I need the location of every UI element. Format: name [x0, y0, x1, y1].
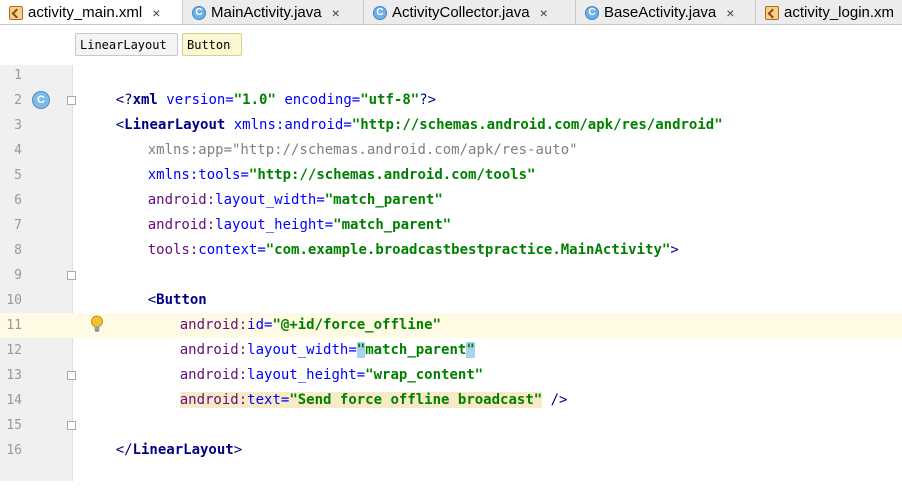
tab-activity-main-xml[interactable]: activity_main.xml ×: [0, 0, 183, 24]
line-number: 5: [14, 168, 22, 183]
tab-base-activity-java[interactable]: C BaseActivity.java ×: [576, 0, 756, 24]
line-number: 8: [14, 243, 22, 258]
code-editor[interactable]: <?xml version="1.0" encoding="utf-8"?> <…: [73, 65, 902, 481]
line-number: 1: [14, 68, 22, 83]
breadcrumb-button[interactable]: Button: [182, 33, 242, 56]
line-number: 12: [6, 343, 22, 358]
tab-activity-collector-java[interactable]: C ActivityCollector.java ×: [364, 0, 576, 24]
line-number: 16: [6, 443, 22, 458]
tab-label: ActivityCollector.java: [392, 4, 530, 21]
tab-main-activity-java[interactable]: C MainActivity.java ×: [183, 0, 364, 24]
line-number: 7: [14, 218, 22, 233]
tab-label: BaseActivity.java: [604, 4, 717, 21]
class-reference-icon[interactable]: C: [32, 91, 50, 109]
close-icon[interactable]: ×: [540, 5, 548, 21]
line-number: 11: [6, 318, 22, 333]
line-number: 9: [14, 268, 22, 283]
line-number: 2: [14, 93, 22, 108]
line-number: 14: [6, 393, 22, 408]
tab-activity-login-xml[interactable]: activity_login.xm: [756, 0, 902, 24]
tab-label: activity_main.xml: [28, 4, 143, 21]
code-line-15: </LinearLayout>: [115, 442, 243, 458]
line-number: 4: [14, 143, 22, 158]
line-number: 6: [14, 193, 22, 208]
close-icon[interactable]: ×: [726, 5, 734, 21]
xml-file-icon: [765, 5, 779, 20]
xml-file-icon: [9, 5, 23, 20]
editor-tab-bar: activity_main.xml × C MainActivity.java …: [0, 0, 902, 25]
java-class-icon: C: [373, 5, 387, 20]
line-number: 15: [6, 418, 22, 433]
tab-label: activity_login.xm: [784, 4, 895, 21]
java-class-icon: C: [192, 5, 206, 20]
close-icon[interactable]: ×: [332, 5, 340, 21]
line-number: 13: [6, 368, 22, 383]
breadcrumb-linearlayout[interactable]: LinearLayout: [75, 33, 178, 56]
line-number: 10: [6, 293, 22, 308]
line-number: 3: [14, 118, 22, 133]
tab-label: MainActivity.java: [211, 4, 322, 21]
breadcrumb: LinearLayout Button: [0, 25, 902, 65]
java-class-icon: C: [585, 5, 599, 20]
close-icon[interactable]: ×: [152, 5, 160, 21]
